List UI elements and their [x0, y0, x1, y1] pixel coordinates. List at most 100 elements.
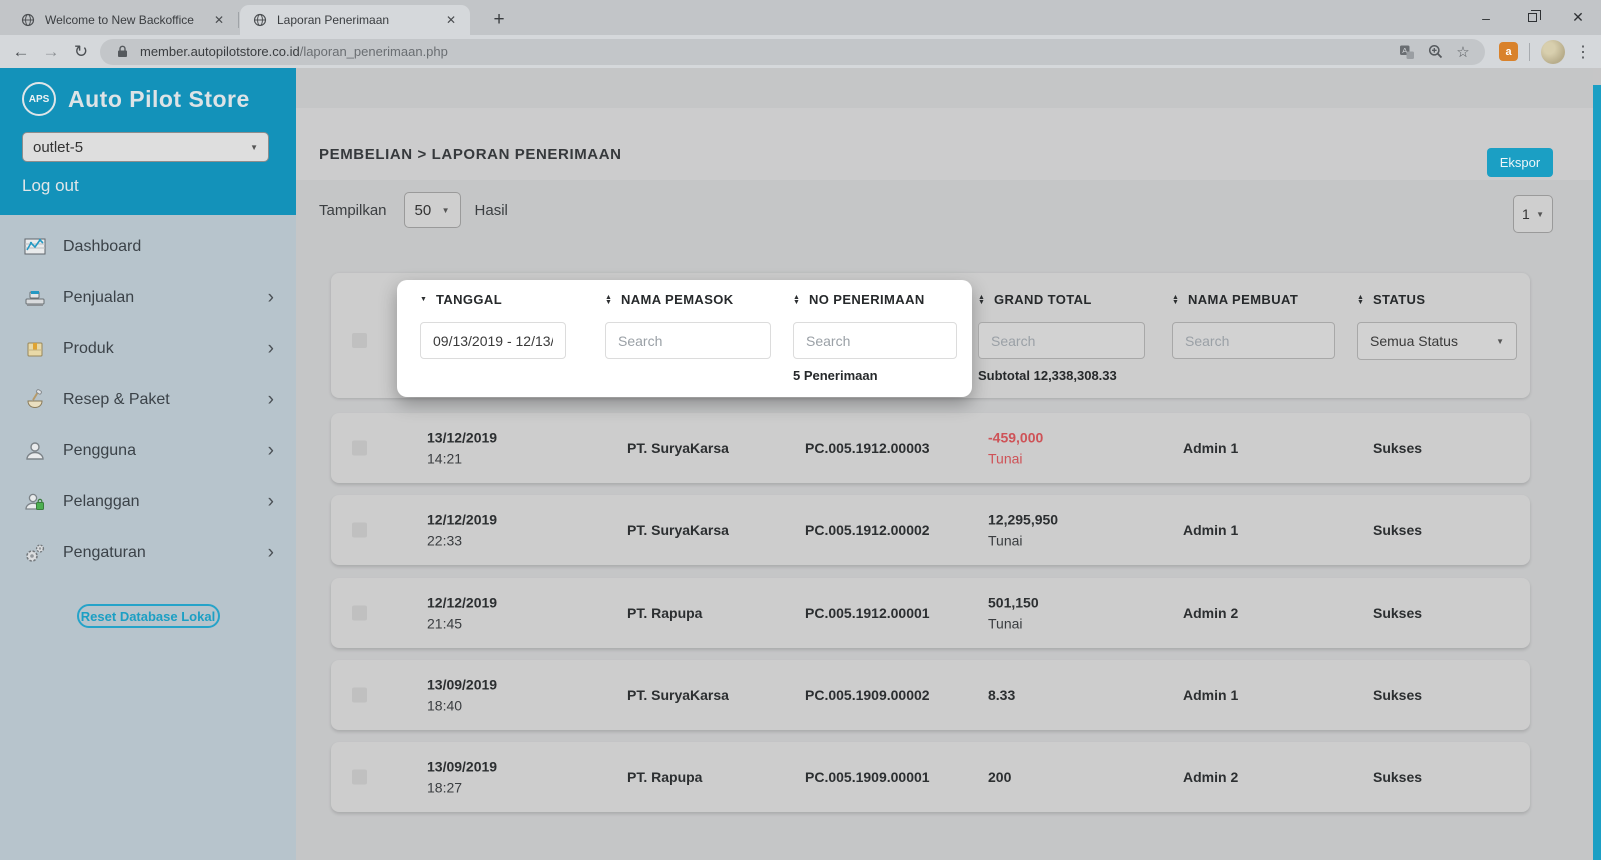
lock-icon	[112, 42, 132, 62]
sidebar-item-pengguna[interactable]: Pengguna ›	[0, 425, 296, 476]
sidebar-item-penjualan[interactable]: Penjualan ›	[0, 272, 296, 323]
chevron-down-icon: ▼	[442, 206, 450, 215]
pembuat-cell: Admin 1	[1183, 687, 1238, 703]
row-checkbox[interactable]	[352, 441, 367, 456]
sidebar-item-pelanggan[interactable]: Pelanggan ›	[0, 476, 296, 527]
browser-tab-backoffice[interactable]: Welcome to New Backoffice ✕	[8, 5, 238, 35]
grand-total-cell: 8.33	[988, 687, 1015, 703]
sidebar-item-label: Resep & Paket	[63, 391, 170, 409]
status-select[interactable]: Semua Status ▼	[1357, 322, 1517, 360]
sidebar-item-label: Pelanggan	[63, 493, 140, 511]
browser-menu-icon[interactable]: ⋮	[1571, 42, 1595, 62]
row-checkbox[interactable]	[352, 606, 367, 621]
sidebar-menu: Dashboard Penjualan › Produk ›	[0, 215, 296, 578]
row-checkbox[interactable]	[352, 688, 367, 703]
logout-link[interactable]: Log out	[22, 176, 79, 196]
date-range-input[interactable]	[420, 322, 566, 359]
new-tab-button[interactable]: +	[486, 7, 512, 33]
back-button[interactable]: ←	[6, 38, 36, 66]
restore-button[interactable]	[1509, 0, 1555, 35]
per-page-select[interactable]: 50 ▼	[404, 192, 461, 228]
penerimaan-search-input[interactable]	[793, 322, 957, 359]
penerimaan-cell: PC.005.1912.00003	[805, 440, 930, 456]
cash-register-icon	[21, 285, 49, 311]
sort-icon[interactable]: ▲▼	[1357, 295, 1364, 305]
column-header-tanggal[interactable]: ▼ TANGGAL	[420, 292, 502, 307]
table-row[interactable]: 13/09/2019 18:40 PT. SuryaKarsa PC.005.1…	[331, 660, 1530, 730]
sidebar-item-label: Produk	[63, 340, 114, 358]
table-row[interactable]: 12/12/2019 22:33 PT. SuryaKarsa PC.005.1…	[331, 495, 1530, 565]
sort-desc-icon[interactable]: ▼	[420, 297, 427, 302]
svg-text:A: A	[1402, 46, 1407, 55]
pemasok-cell: PT. Rapupa	[627, 769, 702, 785]
table-row[interactable]: 13/12/2019 14:21 PT. SuryaKarsa PC.005.1…	[331, 413, 1530, 483]
select-all-checkbox[interactable]	[352, 333, 367, 348]
sort-icon[interactable]: ▲▼	[1172, 295, 1179, 305]
tab-close-icon[interactable]: ✕	[212, 13, 226, 27]
grand-total-search-input[interactable]	[978, 322, 1145, 359]
reset-database-button[interactable]: Reset Database Lokal	[77, 604, 220, 628]
grand-total-cell: 12,295,950 Tunai	[988, 512, 1058, 549]
page-select[interactable]: 1 ▼	[1513, 195, 1553, 233]
sidebar-item-pengaturan[interactable]: Pengaturan ›	[0, 527, 296, 578]
column-header-pemasok[interactable]: ▲▼ NAMA PEMASOK	[605, 292, 734, 307]
bookmark-star-icon[interactable]: ☆	[1453, 42, 1473, 62]
outlet-select[interactable]: outlet-5 ▼	[22, 132, 269, 162]
browser-tab-laporan[interactable]: Laporan Penerimaan ✕	[240, 5, 470, 35]
globe-favicon-icon	[20, 12, 36, 28]
url-text: member.autopilotstore.co.id/laporan_pene…	[140, 44, 1389, 59]
table-row[interactable]: 12/12/2019 21:45 PT. Rapupa PC.005.1912.…	[331, 578, 1530, 648]
pembuat-search-input[interactable]	[1172, 322, 1335, 359]
export-button[interactable]: Ekspor	[1487, 148, 1553, 177]
column-header-penerimaan[interactable]: ▲▼ NO PENERIMAAN	[793, 292, 925, 307]
row-checkbox[interactable]	[352, 523, 367, 538]
outlet-value: outlet-5	[33, 139, 83, 156]
pemasok-cell: PT. Rapupa	[627, 605, 702, 621]
tab-close-icon[interactable]: ✕	[444, 13, 458, 27]
sort-icon[interactable]: ▲▼	[793, 295, 800, 305]
grand-total-cell: 501,150 Tunai	[988, 595, 1039, 632]
address-bar[interactable]: member.autopilotstore.co.id/laporan_pene…	[100, 39, 1485, 65]
translate-icon[interactable]: A	[1397, 42, 1417, 62]
extension-icon[interactable]: a	[1499, 42, 1518, 61]
sort-icon[interactable]: ▲▼	[605, 295, 612, 305]
status-value: Semua Status	[1370, 333, 1458, 349]
pembuat-cell: Admin 1	[1183, 522, 1238, 538]
reload-button[interactable]: ↻	[66, 38, 96, 66]
chevron-down-icon: ▼	[250, 143, 258, 152]
column-header-status[interactable]: ▲▼ STATUS	[1357, 292, 1425, 307]
tanggal-cell: 12/12/2019 22:33	[427, 512, 497, 549]
table-row[interactable]: 13/09/2019 18:27 PT. Rapupa PC.005.1909.…	[331, 742, 1530, 812]
subtotal-text: Subtotal 12,338,308.33	[978, 368, 1117, 383]
pemasok-cell: PT. SuryaKarsa	[627, 522, 729, 538]
penerimaan-cell: PC.005.1912.00001	[805, 605, 930, 621]
url-domain: member.autopilotstore.co.id	[140, 44, 300, 59]
row-checkbox[interactable]	[352, 770, 367, 785]
column-header-grand-total[interactable]: ▲▼ GRAND TOTAL	[978, 292, 1092, 307]
sort-icon[interactable]: ▲▼	[978, 295, 985, 305]
sidebar-item-resep-paket[interactable]: Resep & Paket ›	[0, 374, 296, 425]
forward-button[interactable]: →	[36, 38, 66, 66]
tanggal-cell: 13/09/2019 18:40	[427, 677, 497, 714]
toolbar-divider	[1529, 43, 1530, 61]
zoom-icon[interactable]	[1425, 42, 1445, 62]
tab-title: Welcome to New Backoffice	[45, 13, 203, 27]
sidebar-item-dashboard[interactable]: Dashboard	[0, 221, 296, 272]
sidebar-item-produk[interactable]: Produk ›	[0, 323, 296, 374]
penerimaan-cell: PC.005.1909.00001	[805, 769, 930, 785]
pemasok-search-input[interactable]	[605, 322, 771, 359]
profile-avatar[interactable]	[1541, 40, 1565, 64]
results-label: Hasil	[475, 202, 508, 219]
results-per-page-control: Tampilkan 50 ▼ Hasil	[319, 192, 508, 228]
penerimaan-count: 5 Penerimaan	[793, 368, 878, 383]
chevron-down-icon: ▼	[1536, 210, 1544, 219]
show-label: Tampilkan	[319, 202, 387, 219]
grand-total-cell: 200	[988, 769, 1011, 785]
screen: Welcome to New Backoffice ✕ Laporan Pene…	[0, 0, 1601, 860]
browser-toolbar: ← → ↻ member.autopilotstore.co.id/lapora…	[0, 35, 1601, 68]
close-window-button[interactable]: ✕	[1555, 0, 1601, 35]
column-header-pembuat[interactable]: ▲▼ NAMA PEMBUAT	[1172, 292, 1298, 307]
content-header-band	[296, 108, 1593, 180]
minimize-button[interactable]: –	[1463, 0, 1509, 35]
vertical-scrollbar[interactable]	[1593, 85, 1601, 860]
